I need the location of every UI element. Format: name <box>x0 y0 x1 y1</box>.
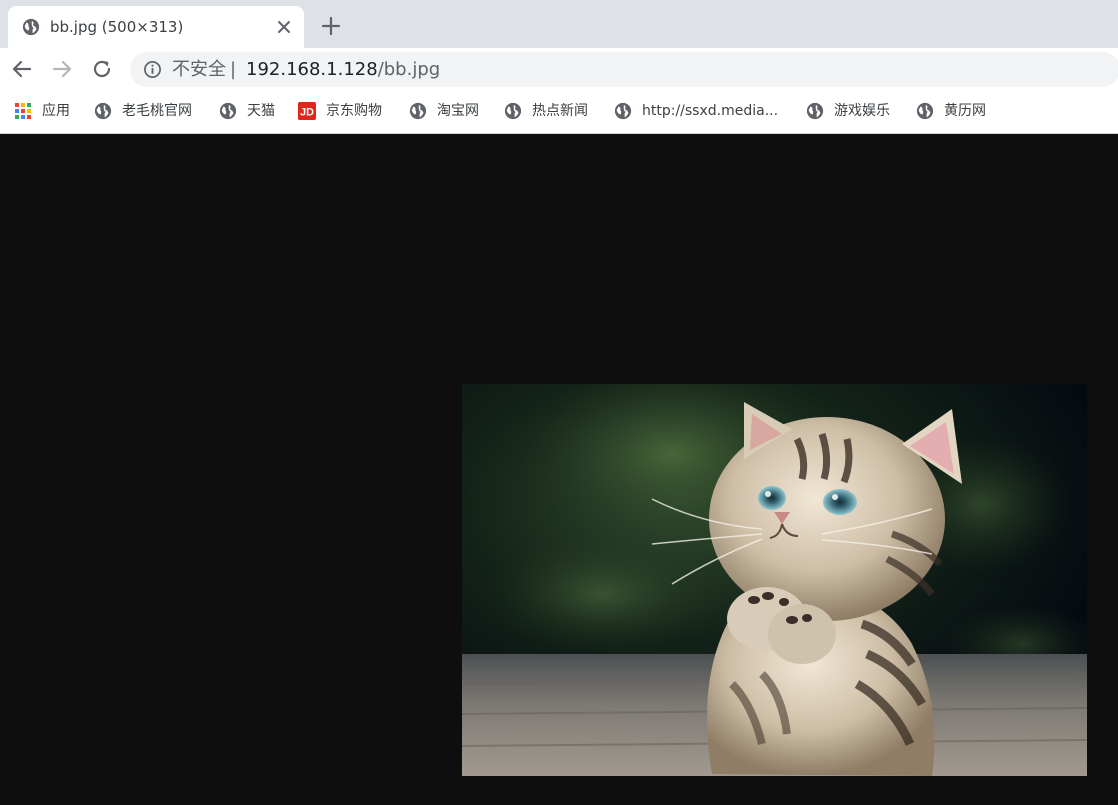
bookmark-label: 京东购物 <box>326 103 382 119</box>
new-tab-icon[interactable] <box>320 15 342 37</box>
tab-strip: bb.jpg (500×313) <box>0 0 1118 48</box>
close-tab-icon[interactable] <box>274 17 294 37</box>
url-host: 192.168.1.128 <box>246 59 378 80</box>
address-separator: | <box>230 59 237 80</box>
bookmark-label: 游戏娱乐 <box>834 103 890 119</box>
bookmarks-bar: 应用 老毛桃官网 天猫 JD 京东购物 淘宝网 热点新闻 http://ssxd… <box>0 90 1118 134</box>
bookmark-label: 热点新闻 <box>532 103 588 119</box>
tab-title: bb.jpg (500×313) <box>50 18 184 36</box>
toolbar: 不安全 | 192.168.1.128/bb.jpg <box>0 48 1118 90</box>
tab-active[interactable]: bb.jpg (500×313) <box>8 6 304 48</box>
browser-window: bb.jpg (500×313) 不安全 | 192.168.1.128/bb.… <box>0 0 1118 805</box>
apps-grid-icon <box>15 103 31 119</box>
globe-icon <box>219 102 237 120</box>
globe-icon <box>22 18 40 36</box>
reload-icon[interactable] <box>90 57 114 81</box>
globe-icon <box>916 102 934 120</box>
url-path: /bb.jpg <box>377 59 441 80</box>
bookmark-label: 黄历网 <box>944 103 986 119</box>
kitten-image[interactable] <box>462 384 1087 776</box>
jd-logo-icon: JD <box>298 102 316 120</box>
globe-icon <box>409 102 427 120</box>
bookmark-label: 天猫 <box>247 103 275 119</box>
kitten-photo <box>462 384 1087 776</box>
globe-icon <box>94 102 112 120</box>
url-text[interactable]: 192.168.1.128/bb.jpg <box>246 59 440 81</box>
bookmark-label: 淘宝网 <box>437 103 479 119</box>
security-label[interactable]: 不安全 <box>172 60 226 80</box>
globe-icon <box>504 102 522 120</box>
forward-arrow-icon[interactable] <box>50 57 74 81</box>
bookmark-label: 老毛桃官网 <box>122 103 192 119</box>
back-arrow-icon[interactable] <box>10 57 34 81</box>
page-content <box>0 134 1118 805</box>
bookmark-label: 应用 <box>42 103 70 119</box>
info-icon[interactable] <box>143 60 162 79</box>
globe-icon <box>614 102 632 120</box>
bookmark-label: http://ssxd.media... <box>642 103 779 119</box>
svg-text:JD: JD <box>300 107 314 119</box>
address-bar[interactable]: 不安全 | 192.168.1.128/bb.jpg <box>130 52 1118 87</box>
globe-icon <box>806 102 824 120</box>
